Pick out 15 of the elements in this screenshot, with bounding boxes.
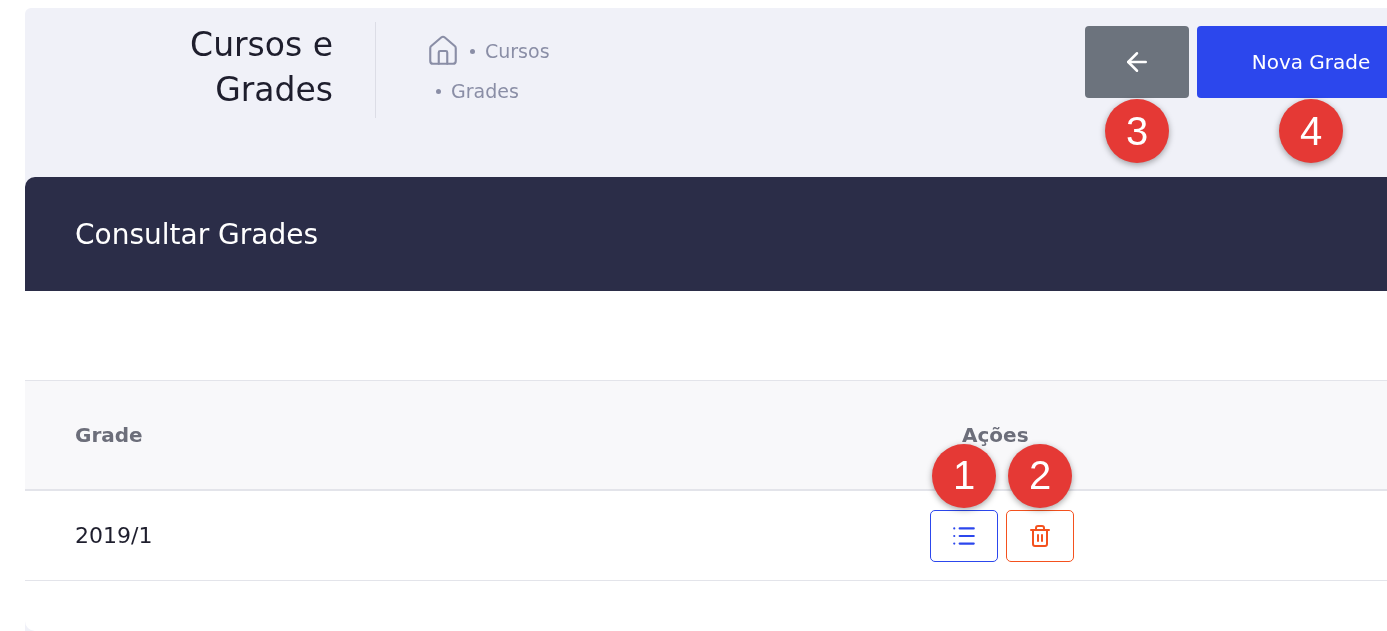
bullet-icon: [470, 48, 475, 54]
details-button[interactable]: [930, 509, 998, 562]
new-button[interactable]: Nova Grade: [1197, 26, 1387, 98]
table-cell-text: 2019/1: [75, 523, 154, 548]
number-badge: 4: [1279, 99, 1343, 163]
home-icon[interactable]: [426, 34, 460, 68]
bullet-icon: [436, 88, 441, 94]
trash-icon: [1028, 523, 1052, 548]
column-header: Grade: [75, 423, 144, 447]
page-title: Cursos e Grades: [189, 24, 333, 111]
card-title: Consultar Grades: [75, 217, 319, 251]
breadcrumb-link[interactable]: Grades: [451, 80, 519, 102]
number-badge: 3: [1105, 99, 1169, 163]
breadcrumb-link[interactable]: Cursos: [485, 40, 550, 62]
delete-button[interactable]: [1006, 509, 1074, 562]
